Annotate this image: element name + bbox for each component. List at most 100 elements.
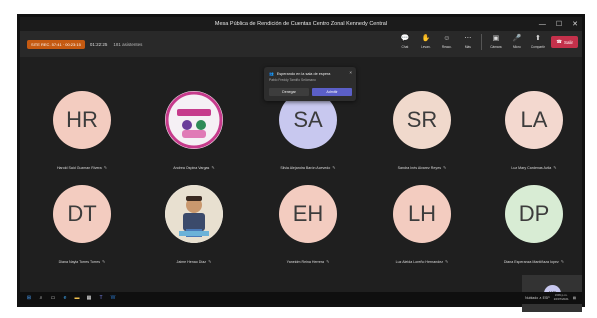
notification-icon[interactable]: ▤ <box>573 296 576 300</box>
recording-badge: SITE REC. 57:41 · 00:23:15 <box>27 39 85 49</box>
toolbar-divider <box>481 34 483 50</box>
react-button[interactable]: ☺ Reacc. <box>439 35 454 49</box>
mic-muted-icon: ✎ <box>553 165 557 170</box>
raise-hand-icon: ✋ <box>421 35 431 42</box>
toolbar-tools: 💬 Chat ✋ Levan. ☺ Reacc. ⋯ Más ▣ Cámara … <box>397 34 578 50</box>
avatar: EH <box>279 185 337 243</box>
word-icon[interactable]: W <box>110 295 116 301</box>
react-label: Reacc. <box>441 45 452 49</box>
participant-name: Diana Esperanza Mantiñaza Iopez <box>503 259 559 264</box>
avatar: DP <box>505 185 563 243</box>
participant-tile[interactable]: DP Diana Esperanza Mantiñaza Iopez ✎ <box>494 185 574 265</box>
maximize-button[interactable]: ☐ <box>556 20 562 28</box>
leave-button[interactable]: ☎ Salir <box>551 36 578 48</box>
participant-tile[interactable]: SA Silvia Alejandra Barón Acevedo ✎ <box>268 91 348 171</box>
participant-tile[interactable]: Andrea Ospina Vargas ✎ <box>154 91 234 171</box>
meeting-toolbar: SITE REC. 57:41 · 00:23:15 01:22:25 181 … <box>20 31 582 57</box>
clock-date: 16/07/2021 <box>553 297 569 301</box>
edge-icon[interactable]: e <box>62 295 68 301</box>
participant-tile[interactable]: HR Harold Said Guzman Rivera ✎ <box>42 91 122 171</box>
participant-tile[interactable]: EH Yaneidm Reina Herrera ✎ <box>268 185 348 265</box>
windows-taskbar: ⊞ ⌕ ▭ e ▬ ▦ T W Nublado ∧ ESP 3:06 p.m. … <box>20 292 582 304</box>
admit-button[interactable]: Admitir <box>312 88 352 96</box>
share-icon: ⬆ <box>534 35 541 42</box>
close-icon[interactable]: × <box>349 70 352 75</box>
phone-icon: ☎ <box>556 39 562 44</box>
windows-icon[interactable]: ⊞ <box>26 295 32 301</box>
lobby-title-row: 👥 Esperando en la sala de espera <box>269 71 331 77</box>
more-label: Más <box>464 45 471 49</box>
mic-icon: 🎤 <box>512 35 522 42</box>
system-clock[interactable]: 3:06 p.m. 16/07/2021 <box>554 294 569 301</box>
avatar <box>165 185 223 243</box>
avatar: HR <box>53 91 111 149</box>
participant-count[interactable]: 181 asistentes <box>113 42 142 47</box>
participant-name: Sandra Inés Alvarez Reyes <box>397 165 441 170</box>
lobby-title: Esperando en la sala de espera <box>276 71 331 76</box>
participant-name-row: Sandra Inés Alvarez Reyes ✎ <box>398 165 447 170</box>
window-controls: — ☐ ✕ <box>539 17 578 31</box>
meeting-timer: 01:22:25 <box>89 41 108 47</box>
participant-tile[interactable]: LH Luz Aleida Loreño Hernandez ✎ <box>382 185 462 265</box>
mic-muted-icon: ✎ <box>103 165 108 170</box>
organization-logo-icon <box>165 91 223 149</box>
participant-name-row: Luz Mary Cardenas Avila ✎ <box>511 165 556 170</box>
store-icon[interactable]: ▦ <box>86 295 92 301</box>
participant-name: Jaime Henao Díaz <box>176 259 207 264</box>
mic-muted-icon: ✎ <box>326 259 330 264</box>
chat-button[interactable]: 💬 Chat <box>397 35 412 49</box>
participant-tile[interactable]: Jaime Henao Díaz ✎ <box>154 185 234 265</box>
participant-name-row: Diana Esperanza Mantiñaza Iopez ✎ <box>504 259 564 264</box>
avatar: LH <box>393 185 451 243</box>
mic-button[interactable]: 🎤 Micro <box>509 35 524 49</box>
participant-name-row: Silvia Alejandra Barón Acevedo ✎ <box>280 165 335 170</box>
camera-button[interactable]: ▣ Cámara <box>488 35 503 49</box>
participant-grid: HR Harold Said Guzman Rivera ✎ Andrea Os… <box>20 57 582 312</box>
participant-name: Yaneidm Reina Herrera <box>286 259 325 264</box>
more-button[interactable]: ⋯ Más <box>460 35 475 49</box>
participant-name-row: Yaneidm Reina Herrera ✎ <box>287 259 330 264</box>
participant-name: Luz Aleida Loreño Hernandez <box>395 259 443 264</box>
more-icon: ⋯ <box>464 35 472 42</box>
mic-muted-icon: ✎ <box>102 259 106 264</box>
window-title: Mesa Pública de Rendición de Cuentas Cen… <box>214 21 388 27</box>
people-icon: 👥 <box>269 72 274 76</box>
mic-muted-icon: ✎ <box>211 165 215 170</box>
participant-name: Diana Nayla Torres Torres <box>58 259 101 264</box>
tray-status[interactable]: Nublado ∧ ESP <box>525 296 550 300</box>
participant-tile[interactable]: DT Diana Nayla Torres Torres ✎ <box>42 185 122 265</box>
raise-hand-button[interactable]: ✋ Levan. <box>418 35 433 49</box>
participant-name-row: Harold Said Guzman Rivera ✎ <box>57 165 107 170</box>
avatar: DT <box>53 185 111 243</box>
system-tray: Nublado ∧ ESP 3:06 p.m. 16/07/2021 ▤ <box>525 292 576 304</box>
mic-muted-icon: ✎ <box>443 165 447 170</box>
deny-button[interactable]: Denegar <box>269 88 309 96</box>
close-button[interactable]: ✕ <box>572 20 578 28</box>
camera-label: Cámara <box>490 45 502 49</box>
mic-muted-icon: ✎ <box>445 259 449 264</box>
lobby-person: Pablo Freddy Tamiño Selómano <box>269 78 316 82</box>
avatar: LA <box>505 91 563 149</box>
mic-muted-icon: ✎ <box>208 259 212 264</box>
leave-label: Salir <box>563 39 573 45</box>
teams-icon[interactable]: T <box>98 295 104 301</box>
explorer-icon[interactable]: ▬ <box>74 295 80 301</box>
participant-name-row: Jaime Henao Díaz ✎ <box>177 259 212 264</box>
participant-name: Luz Mary Cardenas Avila <box>511 165 552 170</box>
participant-name: Harold Said Guzman Rivera <box>56 165 102 170</box>
task-view-icon[interactable]: ▭ <box>50 295 56 301</box>
participant-tile[interactable]: SR Sandra Inés Alvarez Reyes ✎ <box>382 91 462 171</box>
mic-muted-icon: ✎ <box>332 165 336 170</box>
search-icon[interactable]: ⌕ <box>38 295 44 301</box>
share-label: Compartir <box>530 45 545 49</box>
participant-tile[interactable]: LA Luz Mary Cardenas Avila ✎ <box>494 91 574 171</box>
minimize-button[interactable]: — <box>539 21 546 28</box>
screenshot-frame: Mesa Pública de Rendición de Cuentas Cen… <box>17 14 585 312</box>
raise-hand-label: Levan. <box>421 45 431 49</box>
participant-name: Andrea Ospina Vargas <box>173 165 210 170</box>
react-icon: ☺ <box>443 35 451 42</box>
participant-name-row: Andrea Ospina Vargas ✎ <box>173 165 214 170</box>
share-button[interactable]: ⬆ Compartir <box>530 35 545 49</box>
mic-label: Micro <box>512 45 521 49</box>
participant-name-row: Diana Nayla Torres Torres ✎ <box>59 259 106 264</box>
